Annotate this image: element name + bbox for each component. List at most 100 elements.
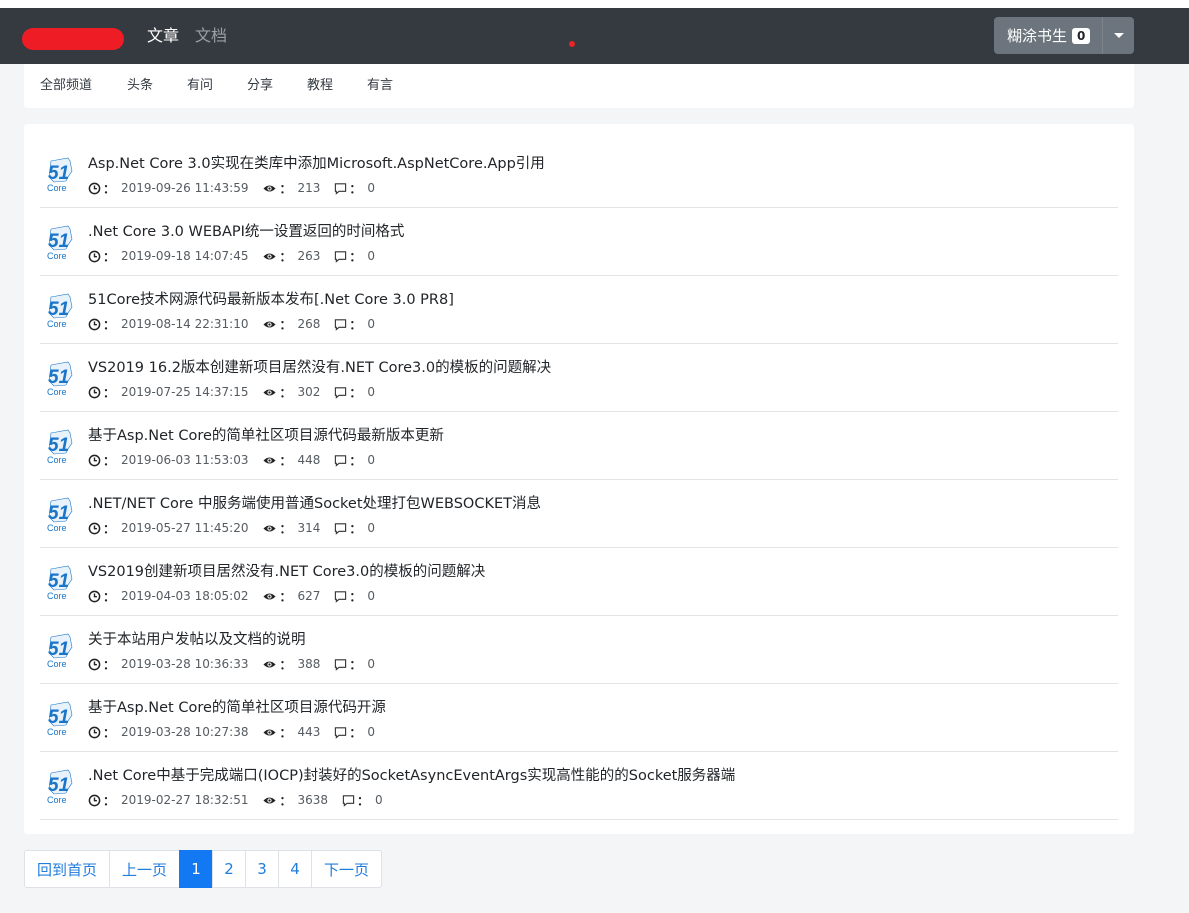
article-title-link[interactable]: .NET/NET Core 中服务端使用普通Socket处理打包WEBSOCKE… <box>88 494 541 514</box>
page-home-button[interactable]: 回到首页 <box>24 850 111 888</box>
logo-word: Core <box>47 387 67 397</box>
article-views: 302 <box>297 385 321 399</box>
user-dropdown-toggle[interactable] <box>1102 17 1134 54</box>
article-title-link[interactable]: VS2019创建新项目居然没有.NET Core3.0的模板的问题解决 <box>88 562 485 582</box>
article-title-link[interactable]: 基于Asp.Net Core的简单社区项目源代码开源 <box>88 698 386 718</box>
meta-colon: ： <box>349 657 362 672</box>
channel-headline[interactable]: 头条 <box>127 77 153 95</box>
page-1-button[interactable]: 1 <box>179 850 214 888</box>
article-comments: 0 <box>367 657 376 671</box>
logo-number: 51 <box>48 639 69 660</box>
meta-colon: ： <box>279 453 292 468</box>
comment-icon <box>342 794 355 807</box>
article-time: 2019-04-03 18:05:02 <box>121 589 249 603</box>
channel-share[interactable]: 分享 <box>247 77 273 95</box>
page-3-button[interactable]: 3 <box>245 850 280 888</box>
site-logo-icon: 51Core <box>47 361 73 397</box>
article-title-link[interactable]: 51Core技术网源代码最新版本发布[.Net Core 3.0 PR8] <box>88 290 454 310</box>
article-title-link[interactable]: .Net Core中基于完成端口(IOCP)封装好的SocketAsyncEve… <box>88 766 735 786</box>
comment-icon <box>335 726 347 739</box>
article-comments: 0 <box>367 249 376 263</box>
site-logo-icon: 51Core <box>47 225 73 261</box>
article-row: 51 Core 51Core技术网源代码最新版本发布[.Net Core 3.0 P… <box>40 276 1118 344</box>
meta-colon: ： <box>279 181 292 196</box>
meta-colon: ： <box>103 249 116 264</box>
meta-colon: ： <box>357 793 370 808</box>
article-comments: 0 <box>367 385 376 399</box>
article-title-link[interactable]: VS2019 16.2版本创建新项目居然没有.NET Core3.0的模板的问题… <box>88 358 551 378</box>
clock-icon <box>88 250 101 262</box>
meta-colon: ： <box>279 725 292 740</box>
nav-docs[interactable]: 文档 <box>195 26 227 46</box>
article-views: 3638 <box>297 793 329 807</box>
logo-number: 51 <box>48 299 69 320</box>
channel-tutorial[interactable]: 教程 <box>307 77 333 95</box>
article-meta: ： 2019-04-03 18:05:02 ： 627 ： 0 <box>88 588 375 604</box>
clock-icon <box>88 794 101 806</box>
article-comments: 0 <box>367 725 376 739</box>
clock-icon <box>88 522 101 534</box>
logo-number: 51 <box>48 435 69 456</box>
meta-colon: ： <box>349 453 362 468</box>
navbar: 文章 文档 糊涂书生 0 <box>0 8 1189 64</box>
article-time: 2019-09-18 14:07:45 <box>121 249 249 263</box>
eye-icon <box>263 252 277 260</box>
page-next-button[interactable]: 下一页 <box>311 850 383 888</box>
page-2-button[interactable]: 2 <box>212 850 247 888</box>
site-logo-icon: 51Core <box>47 701 73 737</box>
article-title-link[interactable]: .Net Core 3.0 WEBAPI统一设置返回的时间格式 <box>88 222 404 242</box>
eye-icon <box>263 388 277 396</box>
article-title-link[interactable]: 基于Asp.Net Core的简单社区项目源代码最新版本更新 <box>88 426 444 446</box>
meta-colon: ： <box>279 793 292 808</box>
meta-colon: ： <box>349 521 362 536</box>
notification-badge: 0 <box>1072 27 1091 44</box>
logo-word: Core <box>47 183 67 193</box>
article-row: 51 Core VS2019创建新项目居然没有.NET Core3.0的模板的问题解… <box>40 548 1118 616</box>
page-prev-button[interactable]: 上一页 <box>109 850 181 888</box>
article-row: 51 Core .Net Core 3.0 WEBAPI统一设置返回的时间格式 ： 20… <box>40 208 1118 276</box>
article-time: 2019-06-03 11:53:03 <box>121 453 249 467</box>
article-time: 2019-03-28 10:27:38 <box>121 725 249 739</box>
comment-icon <box>335 658 347 671</box>
user-name: 糊涂书生 <box>1007 26 1068 45</box>
site-logo-icon: 51Core <box>47 769 73 805</box>
meta-colon: ： <box>349 317 362 332</box>
site-logo-icon: 51Core <box>47 633 73 669</box>
logo-word: Core <box>47 659 67 669</box>
site-logo-icon: 51Core <box>47 565 73 601</box>
user-menu-button[interactable]: 糊涂书生 0 <box>994 17 1134 54</box>
article-meta: ： 2019-07-25 14:37:15 ： 302 ： 0 <box>88 384 375 400</box>
page-4-button[interactable]: 4 <box>278 850 313 888</box>
site-logo-redacted[interactable] <box>22 28 124 50</box>
article-meta: ： 2019-02-27 18:32:51 ： 3638 ： 0 <box>88 792 383 808</box>
article-views: 448 <box>297 453 321 467</box>
article-title-link[interactable]: 关于本站用户发帖以及文档的说明 <box>88 630 306 650</box>
channel-all[interactable]: 全部频道 <box>40 77 92 95</box>
comment-icon <box>335 522 347 535</box>
comment-icon <box>335 250 347 263</box>
article-meta: ： 2019-03-28 10:36:33 ： 388 ： 0 <box>88 656 375 672</box>
top-strip <box>0 0 1189 8</box>
clock-icon <box>88 590 101 602</box>
article-comments: 0 <box>367 181 376 195</box>
meta-colon: ： <box>103 453 116 468</box>
logo-number: 51 <box>48 571 69 592</box>
article-comments: 0 <box>367 521 376 535</box>
article-time: 2019-09-26 11:43:59 <box>121 181 249 195</box>
meta-colon: ： <box>349 249 362 264</box>
clock-icon <box>88 386 101 398</box>
article-meta: ： 2019-03-28 10:27:38 ： 443 ： 0 <box>88 724 375 740</box>
eye-icon <box>263 524 277 532</box>
logo-number: 51 <box>48 775 69 796</box>
nav-articles[interactable]: 文章 <box>147 26 179 46</box>
article-title-link[interactable]: Asp.Net Core 3.0实现在类库中添加Microsoft.AspNet… <box>88 154 545 174</box>
meta-colon: ： <box>349 725 362 740</box>
user-menu-main[interactable]: 糊涂书生 0 <box>994 17 1102 54</box>
channel-talk[interactable]: 有言 <box>367 77 393 95</box>
article-row: 51 Core VS2019 16.2版本创建新项目居然没有.NET Core3.0… <box>40 344 1118 412</box>
channel-ask[interactable]: 有问 <box>187 77 213 95</box>
meta-colon: ： <box>103 657 116 672</box>
clock-icon <box>88 454 101 466</box>
comment-icon <box>335 182 347 195</box>
meta-colon: ： <box>349 181 362 196</box>
